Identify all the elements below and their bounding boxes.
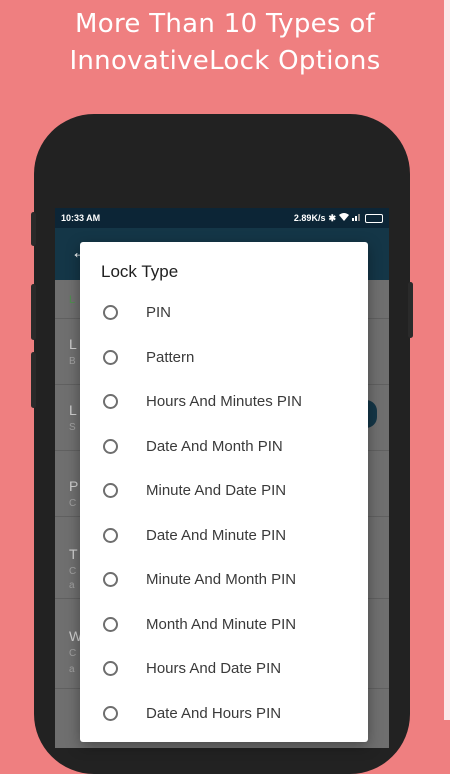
radio-button[interactable]	[103, 661, 118, 676]
option-label: Pattern	[146, 349, 195, 366]
network-speed: 2.89K/s	[293, 213, 326, 223]
battery-icon	[365, 213, 383, 223]
option-label: Date And Hours PIN	[146, 705, 282, 722]
list-item-title: L	[69, 336, 77, 352]
option-label: PIN	[146, 304, 172, 321]
list-item-subtitle-wrap: a	[69, 580, 75, 591]
list-item-subtitle-wrap: a	[69, 664, 75, 675]
volume-down-button	[31, 284, 36, 340]
right-edge-strip	[444, 0, 450, 720]
radio-button[interactable]	[103, 528, 118, 543]
option-date-month-pin[interactable]: Date And Month PIN	[80, 427, 368, 471]
list-item-subtitle: B	[69, 356, 76, 367]
volume-side-button	[31, 352, 36, 408]
list-item-title: P	[69, 478, 79, 494]
lock-type-dialog: Lock Type PIN Pattern Hours And Minutes …	[80, 242, 368, 742]
option-label: Hours And Minutes PIN	[146, 393, 302, 410]
power-button	[408, 282, 413, 338]
option-label: Hours And Date PIN	[146, 660, 282, 677]
option-date-minute-pin[interactable]: Date And Minute PIN	[80, 516, 368, 560]
option-pin[interactable]: PIN	[80, 293, 368, 337]
option-hours-minutes-pin[interactable]: Hours And Minutes PIN	[80, 382, 368, 426]
option-minute-date-pin[interactable]: Minute And Date PIN	[80, 471, 368, 515]
option-label: Month And Minute PIN	[146, 616, 297, 633]
section-letter: L	[69, 294, 76, 306]
bluetooth-icon: ✱	[328, 212, 336, 223]
signal-icon	[352, 212, 362, 224]
wifi-icon	[339, 212, 349, 224]
option-label: Minute And Date PIN	[146, 482, 287, 499]
status-indicators: 2.89K/s ✱	[294, 212, 383, 224]
list-item-subtitle: C	[69, 648, 77, 659]
promo-headline: More Than 10 Types of InnovativeLock Opt…	[0, 6, 450, 80]
dialog-title: Lock Type	[101, 262, 179, 281]
radio-button[interactable]	[103, 617, 118, 632]
option-date-hours-pin[interactable]: Date And Hours PIN	[80, 694, 368, 738]
option-pattern[interactable]: Pattern	[80, 338, 368, 382]
headline-line-1: More Than 10 Types of	[75, 9, 375, 39]
radio-button[interactable]	[103, 439, 118, 454]
status-time: 10:33 AM	[61, 213, 101, 223]
radio-button[interactable]	[103, 572, 118, 587]
radio-button[interactable]	[103, 350, 118, 365]
radio-button[interactable]	[103, 483, 118, 498]
option-month-minute-pin[interactable]: Month And Minute PIN	[80, 605, 368, 649]
list-item-subtitle: S	[69, 422, 76, 433]
list-item-title: L	[69, 402, 77, 418]
volume-up-button	[31, 212, 36, 246]
list-item-title: T	[69, 546, 78, 562]
option-label: Date And Minute PIN	[146, 527, 287, 544]
status-bar: 10:33 AM 2.89K/s ✱	[55, 208, 389, 228]
option-label: Date And Month PIN	[146, 438, 283, 455]
radio-button[interactable]	[103, 305, 118, 320]
radio-button[interactable]	[103, 394, 118, 409]
list-item-subtitle: C	[69, 566, 77, 577]
headline-line-2: InnovativeLock Options	[69, 46, 381, 76]
radio-button[interactable]	[103, 706, 118, 721]
list-item-subtitle: C	[69, 498, 77, 509]
option-hours-date-pin[interactable]: Hours And Date PIN	[80, 649, 368, 693]
option-label: Minute And Month PIN	[146, 571, 297, 588]
option-minute-month-pin[interactable]: Minute And Month PIN	[80, 560, 368, 604]
